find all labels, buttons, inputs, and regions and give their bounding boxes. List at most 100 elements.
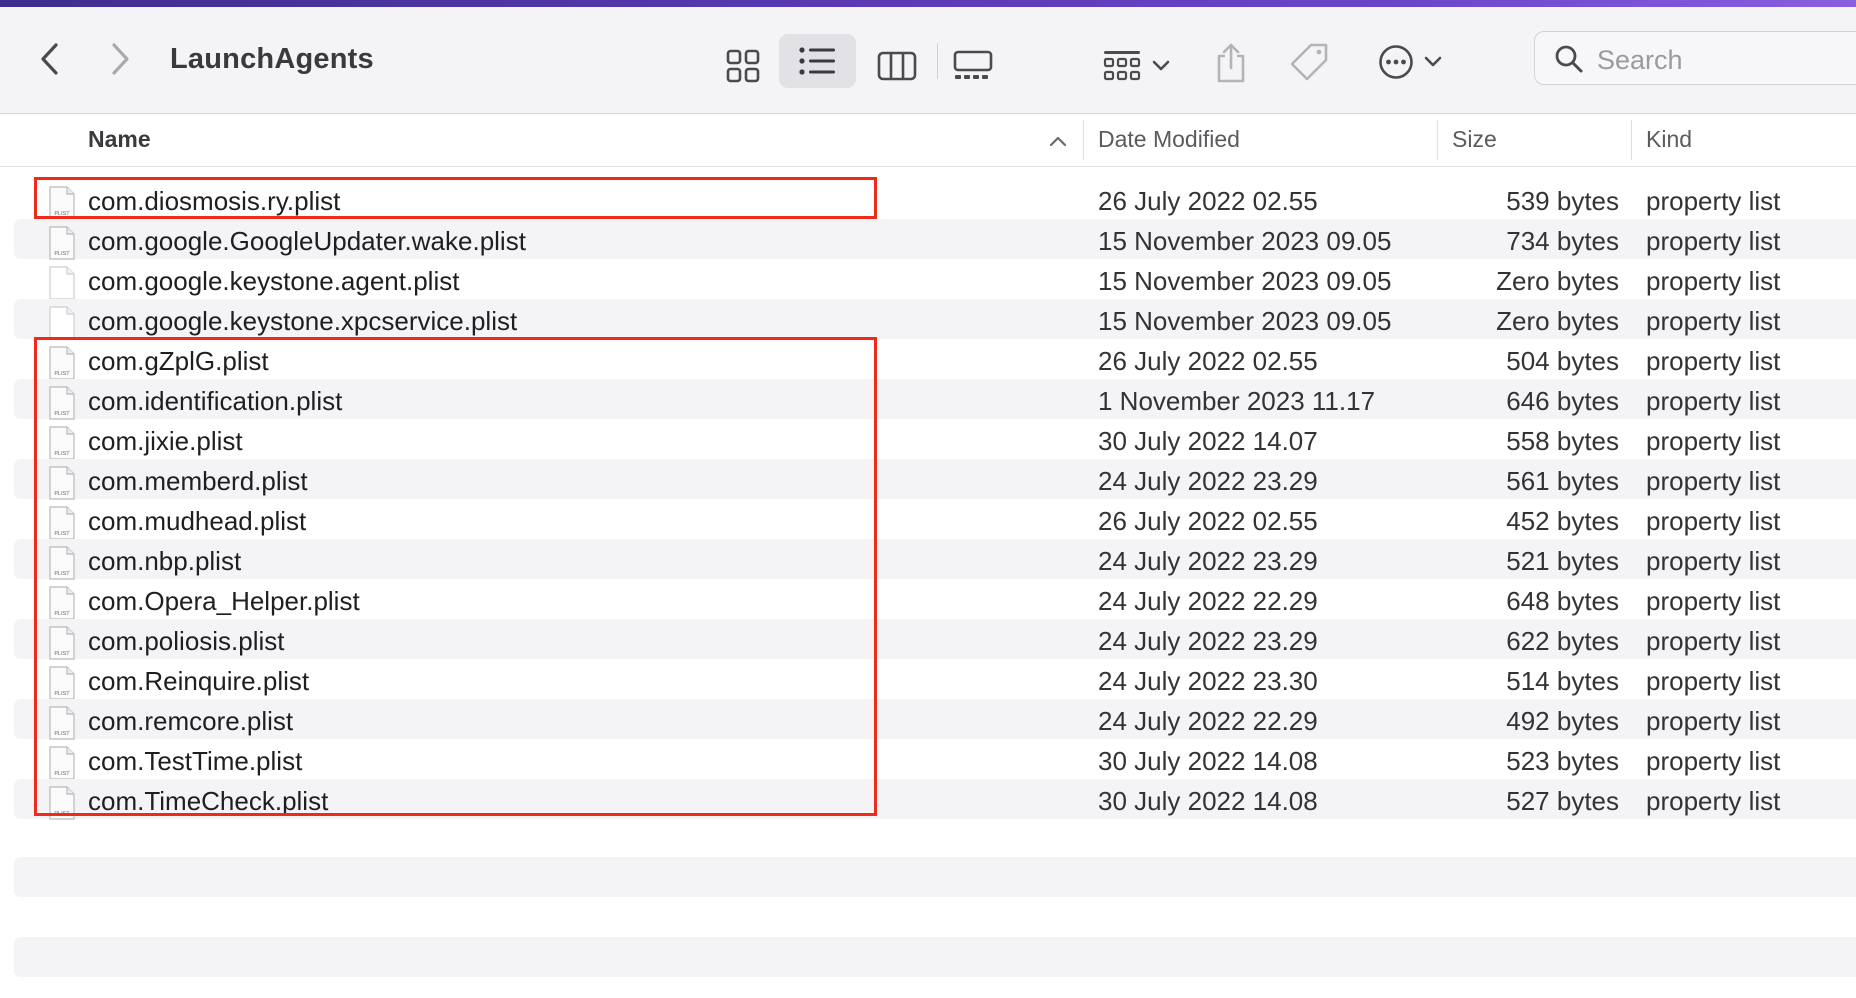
file-row[interactable]: PLIST com.nbp.plist 24 July 2022 23.29 521 …: [0, 539, 1856, 580]
plist-file-icon: PLIST: [48, 346, 76, 380]
column-header-size[interactable]: Size: [1452, 126, 1497, 153]
file-size: 523 bytes: [1506, 746, 1619, 776]
file-date-modified: 15 November 2023 09.05: [1098, 226, 1392, 256]
plist-file-icon: PLIST: [48, 586, 76, 620]
column-header-name[interactable]: Name: [88, 126, 151, 153]
file-date-modified: 30 July 2022 14.07: [1098, 426, 1318, 456]
gallery-icon: [953, 50, 993, 79]
icon-view-button[interactable]: [712, 41, 774, 91]
tag-icon: [1290, 43, 1328, 81]
file-row[interactable]: PLIST com.diosmosis.ry.plist 26 July 2022 …: [0, 179, 1856, 220]
ellipsis-circle-icon: [1379, 45, 1413, 79]
group-by-icon: [1103, 51, 1141, 81]
search-placeholder: Search: [1597, 45, 1683, 75]
file-name: com.poliosis.plist: [88, 626, 285, 656]
file-date-modified: 24 July 2022 22.29: [1098, 706, 1318, 736]
file-size: 648 bytes: [1506, 586, 1619, 616]
list-icon: [798, 47, 835, 75]
column-divider[interactable]: [1083, 120, 1084, 160]
file-kind: property list: [1646, 746, 1781, 776]
file-name: com.nbp.plist: [88, 546, 242, 576]
column-header-row: Name Date Modified Size Kind: [0, 114, 1856, 167]
forward-button[interactable]: [100, 37, 140, 81]
plist-file-icon: PLIST: [48, 226, 76, 260]
columns-icon: [877, 51, 917, 81]
svg-text:PLIST: PLIST: [54, 251, 70, 257]
svg-text:PLIST: PLIST: [54, 611, 70, 617]
svg-text:PLIST: PLIST: [54, 571, 70, 577]
file-row[interactable]: PLIST com.google.GoogleUpdater.wake.plist…: [0, 219, 1856, 260]
search-field[interactable]: Search: [1534, 31, 1856, 85]
back-button[interactable]: [30, 37, 70, 81]
file-size: 561 bytes: [1506, 466, 1619, 496]
file-date-modified: 24 July 2022 23.29: [1098, 466, 1318, 496]
file-kind: property list: [1646, 546, 1781, 576]
file-kind: property list: [1646, 266, 1781, 296]
file-name: com.gZplG.plist: [88, 346, 269, 376]
file-kind: property list: [1646, 306, 1781, 336]
chevron-up-icon[interactable]: [1049, 135, 1067, 147]
chevron-down-icon: [1152, 60, 1170, 71]
plist-file-icon: PLIST: [48, 386, 76, 420]
blank-file-icon: [48, 306, 76, 340]
list-view-button[interactable]: [779, 34, 856, 88]
svg-text:PLIST: PLIST: [54, 371, 70, 377]
file-date-modified: 26 July 2022 02.55: [1098, 186, 1318, 216]
file-date-modified: 24 July 2022 23.29: [1098, 626, 1318, 656]
file-row[interactable]: com.google.keystone.xpcservice.plist 15 N…: [0, 299, 1856, 340]
file-kind: property list: [1646, 346, 1781, 376]
file-row[interactable]: PLIST com.mudhead.plist 26 July 2022 02.55…: [0, 499, 1856, 540]
file-name: com.google.GoogleUpdater.wake.plist: [88, 226, 526, 256]
empty-row: [14, 857, 1856, 897]
file-name: com.remcore.plist: [88, 706, 294, 736]
plist-file-icon: PLIST: [48, 666, 76, 700]
plist-file-icon: PLIST: [48, 706, 76, 740]
file-row[interactable]: PLIST com.Reinquire.plist 24 July 2022 23.…: [0, 659, 1856, 700]
column-divider[interactable]: [1631, 120, 1632, 160]
group-by-button[interactable]: [1096, 41, 1176, 91]
plist-file-icon: PLIST: [48, 546, 76, 580]
column-header-kind[interactable]: Kind: [1646, 126, 1692, 153]
finder-toolbar: LaunchAgents Search: [0, 7, 1856, 114]
toolbar-divider: [937, 43, 938, 79]
file-size: 492 bytes: [1506, 706, 1619, 736]
file-date-modified: 30 July 2022 14.08: [1098, 786, 1318, 816]
svg-text:PLIST: PLIST: [54, 771, 70, 777]
file-name: com.google.keystone.agent.plist: [88, 266, 460, 296]
file-row[interactable]: PLIST com.memberd.plist 24 July 2022 23.29…: [0, 459, 1856, 500]
file-kind: property list: [1646, 386, 1781, 416]
file-row[interactable]: PLIST com.remcore.plist 24 July 2022 22.29…: [0, 699, 1856, 740]
file-kind: property list: [1646, 186, 1781, 216]
file-row[interactable]: PLIST com.poliosis.plist 24 July 2022 23.2…: [0, 619, 1856, 660]
more-actions-button[interactable]: [1372, 37, 1448, 87]
file-row[interactable]: PLIST com.TestTime.plist 30 July 2022 14.0…: [0, 739, 1856, 780]
file-size: 504 bytes: [1506, 346, 1619, 376]
svg-text:PLIST: PLIST: [54, 731, 70, 737]
file-kind: property list: [1646, 506, 1781, 536]
column-view-button[interactable]: [866, 41, 928, 91]
plist-file-icon: PLIST: [48, 466, 76, 500]
plist-file-icon: PLIST: [48, 186, 76, 220]
file-size: Zero bytes: [1496, 306, 1619, 336]
file-row[interactable]: PLIST com.identification.plist 1 November …: [0, 379, 1856, 420]
file-size: 539 bytes: [1506, 186, 1619, 216]
file-name: com.TimeCheck.plist: [88, 786, 329, 816]
empty-row: [14, 937, 1856, 977]
file-name: com.jixie.plist: [88, 426, 243, 456]
file-row[interactable]: PLIST com.TimeCheck.plist 30 July 2022 14.…: [0, 779, 1856, 820]
column-divider[interactable]: [1437, 120, 1438, 160]
file-size: Zero bytes: [1496, 266, 1619, 296]
file-row[interactable]: PLIST com.Opera_Helper.plist 24 July 2022 …: [0, 579, 1856, 620]
column-header-date[interactable]: Date Modified: [1098, 126, 1240, 153]
plist-file-icon: PLIST: [48, 506, 76, 540]
svg-text:PLIST: PLIST: [54, 691, 70, 697]
tag-button[interactable]: [1286, 37, 1332, 87]
gallery-view-button[interactable]: [942, 41, 1004, 91]
file-row[interactable]: PLIST com.jixie.plist 30 July 2022 14.07 55…: [0, 419, 1856, 460]
file-date-modified: 24 July 2022 22.29: [1098, 586, 1318, 616]
file-row[interactable]: PLIST com.gZplG.plist 26 July 2022 02.55 50…: [0, 339, 1856, 380]
chevron-left-icon: [41, 43, 58, 75]
share-button[interactable]: [1210, 35, 1252, 91]
blank-file-icon: [48, 266, 76, 300]
file-row[interactable]: com.google.keystone.agent.plist 15 Novemb…: [0, 259, 1856, 300]
